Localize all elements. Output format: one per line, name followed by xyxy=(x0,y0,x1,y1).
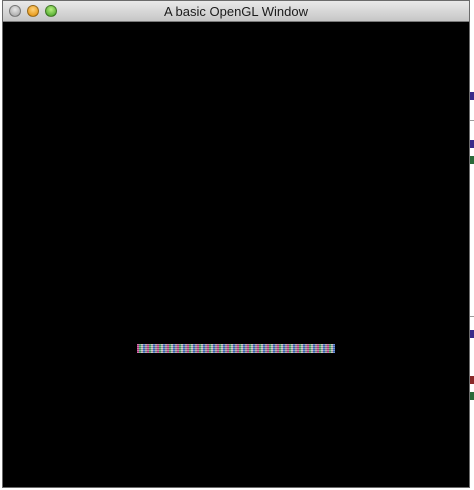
background-text-fragment xyxy=(470,392,474,400)
window-titlebar[interactable]: A basic OpenGL Window xyxy=(3,1,469,22)
opengl-canvas[interactable] xyxy=(3,22,469,487)
background-text-fragment xyxy=(470,92,474,100)
background-text-fragment xyxy=(470,140,474,148)
background-text-fragment xyxy=(470,330,474,338)
window-title: A basic OpenGL Window xyxy=(163,4,309,19)
rendered-texture-strip xyxy=(137,344,335,353)
opengl-window: A basic OpenGL Window xyxy=(2,0,470,488)
background-text-fragment xyxy=(470,156,474,164)
background-text-fragment xyxy=(470,376,474,384)
